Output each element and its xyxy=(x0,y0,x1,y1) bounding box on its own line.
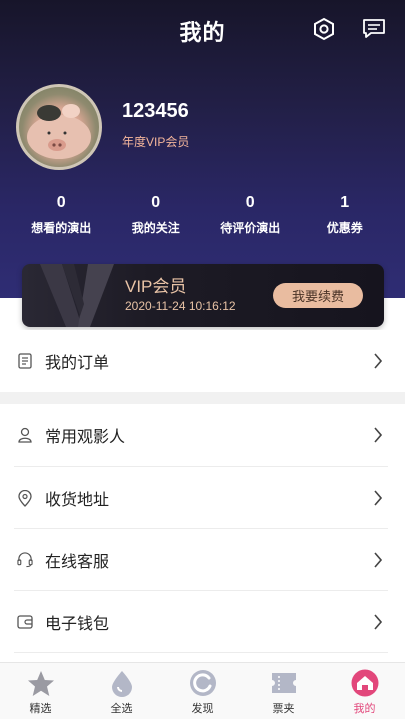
person-icon xyxy=(17,427,33,443)
stat-value: 0 xyxy=(56,194,66,211)
stats-row: 0 想看的演出 0 我的关注 0 待评价演出 1 优惠券 xyxy=(14,193,392,243)
menu-item-customer-service[interactable]: 在线客服 xyxy=(0,529,405,591)
member-level-label: 年度VIP会员 xyxy=(122,135,190,149)
vip-card[interactable]: VIP会员 2020-11-24 10:16:12 我要续费 xyxy=(22,264,384,327)
stat-value: 0 xyxy=(151,194,161,211)
location-pin-icon xyxy=(17,489,33,507)
stat-value: 0 xyxy=(245,194,255,211)
stat-label: 我的关注 xyxy=(131,221,180,235)
page-title: 我的 xyxy=(179,20,226,45)
menu-item-label: 我的订单 xyxy=(45,355,110,372)
chevron-right-icon xyxy=(372,353,384,369)
section-gap xyxy=(0,392,405,404)
stat-label: 待评价演出 xyxy=(220,221,281,235)
renew-button[interactable]: 我要续费 xyxy=(273,283,363,308)
chevron-right-icon xyxy=(372,552,384,568)
menu-item-orders[interactable]: 我的订单 xyxy=(0,330,405,392)
vip-expiry-date: 2020-11-24 10:16:12 xyxy=(125,299,236,313)
stat-pending-review[interactable]: 0 待评价演出 xyxy=(203,193,298,243)
settings-icon[interactable] xyxy=(311,16,337,42)
stat-label: 优惠券 xyxy=(326,221,363,235)
bottom-tab-bar: 精选 全选 发现 票夹 我的 xyxy=(0,662,405,719)
order-list-icon xyxy=(17,353,33,369)
tab-label: 发现 xyxy=(191,703,214,715)
menu-item-label: 电子钱包 xyxy=(45,616,110,633)
tab-label: 票夹 xyxy=(272,703,295,715)
chevron-right-icon xyxy=(372,427,384,443)
tab-all[interactable]: 全选 xyxy=(81,663,162,719)
username: 123456 xyxy=(122,100,189,122)
stat-coupons[interactable]: 1 优惠券 xyxy=(298,193,393,243)
menu-item-viewers[interactable]: 常用观影人 xyxy=(0,404,405,466)
tab-tickets[interactable]: 票夹 xyxy=(243,663,324,719)
menu-item-address[interactable]: 收货地址 xyxy=(0,467,405,529)
discover-icon xyxy=(188,669,218,697)
tab-mine[interactable]: 我的 xyxy=(324,663,405,719)
tab-label: 我的 xyxy=(353,703,376,715)
divider xyxy=(14,652,388,653)
stat-want-to-see[interactable]: 0 想看的演出 xyxy=(14,193,109,243)
avatar[interactable] xyxy=(16,84,102,170)
chevron-right-icon xyxy=(372,490,384,506)
profile-section: 123456 年度VIP会员 xyxy=(16,84,396,170)
message-icon[interactable] xyxy=(361,16,387,42)
drop-icon xyxy=(107,669,137,697)
stat-value: 1 xyxy=(340,194,350,211)
stat-label: 想看的演出 xyxy=(31,221,92,235)
vip-card-title: VIP会员 xyxy=(125,277,187,296)
tab-label: 全选 xyxy=(110,703,133,715)
star-icon xyxy=(26,669,56,697)
tab-featured[interactable]: 精选 xyxy=(0,663,81,719)
home-icon xyxy=(350,669,380,697)
tab-discover[interactable]: 发现 xyxy=(162,663,243,719)
headset-icon xyxy=(17,552,33,568)
title-bar: 我的 xyxy=(0,0,405,60)
wallet-icon xyxy=(17,614,33,630)
chevron-right-icon xyxy=(372,614,384,630)
stat-following[interactable]: 0 我的关注 xyxy=(109,193,204,243)
ticket-icon xyxy=(269,669,299,697)
tab-label: 精选 xyxy=(29,703,52,715)
menu-item-label: 在线客服 xyxy=(45,554,110,571)
menu-item-label: 常用观影人 xyxy=(45,429,126,446)
vip-emblem-icon xyxy=(40,264,114,327)
menu-item-wallet[interactable]: 电子钱包 xyxy=(0,591,405,653)
menu-item-label: 收货地址 xyxy=(45,492,110,509)
